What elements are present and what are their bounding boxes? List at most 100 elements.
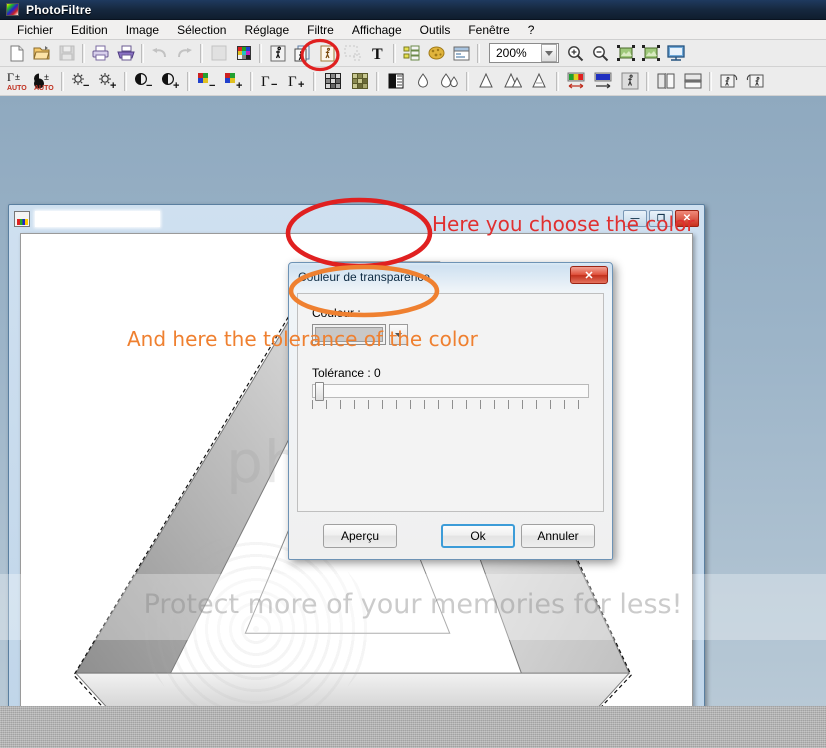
close-icon: ✕ (584, 269, 594, 282)
tolerance-label: Tolérance : 0 (312, 366, 381, 380)
palette-button[interactable] (231, 42, 256, 65)
slider-track[interactable] (312, 382, 589, 401)
fullscreen-button[interactable] (663, 42, 688, 65)
toolbar-separator (477, 43, 480, 63)
gamma-up-button[interactable]: Γ + (283, 69, 310, 94)
saturation-up-button[interactable]: + (220, 69, 247, 94)
auto-level-button[interactable]: Γ ± AUTO (4, 69, 31, 94)
open-button[interactable] (29, 42, 54, 65)
copy-layer-button[interactable] (290, 42, 315, 65)
gamma-down-button[interactable]: Γ − (256, 69, 283, 94)
selection-button[interactable] (340, 42, 365, 65)
negative-button[interactable] (382, 69, 409, 94)
toolbar-separator (200, 43, 203, 63)
slider-thumb[interactable] (315, 382, 324, 401)
menu-bar: Fichier Edition Image Sélection Réglage … (0, 20, 826, 40)
color-mode-button[interactable] (206, 42, 231, 65)
annotation-tolerance-text: And here the tolerance of the color (127, 327, 478, 351)
chevron-down-icon[interactable] (541, 44, 557, 62)
flip-horizontal-button[interactable] (652, 69, 679, 94)
blur-more-button[interactable] (436, 69, 463, 94)
transparency-color-button[interactable] (265, 42, 290, 65)
adjust-toolbar: Γ ± AUTO ± AUTO − + − + − + Γ − Γ + (0, 67, 826, 96)
toolbar-separator (187, 71, 190, 91)
zoom-combo[interactable]: 200% (489, 43, 559, 63)
fit-image-button[interactable] (613, 42, 638, 65)
toolbar-separator (313, 71, 316, 91)
sepia-button[interactable] (346, 69, 373, 94)
layers-button[interactable] (399, 42, 424, 65)
toolbar-separator (393, 43, 396, 63)
rotate-left-button[interactable] (715, 69, 742, 94)
cancel-button[interactable]: Annuler (521, 524, 595, 548)
redo-button[interactable] (172, 42, 197, 65)
dialog-close-button[interactable]: ✕ (570, 266, 608, 284)
blur-button[interactable] (409, 69, 436, 94)
menu-help[interactable]: ? (519, 21, 544, 39)
soften-button[interactable] (526, 69, 553, 94)
toolbar-separator (141, 43, 144, 63)
menu-image[interactable]: Image (117, 21, 168, 39)
svg-text:−: − (271, 79, 277, 91)
svg-text:−: − (209, 80, 215, 91)
toolbar-separator (124, 71, 127, 91)
transparency-color-dialog: Couleur de transparence ✕ Couleur : Tolé… (288, 262, 613, 560)
annotation-color-text: Here you choose the color (432, 212, 695, 236)
image-document-icon (14, 211, 30, 227)
contrast-up-button[interactable]: + (157, 69, 184, 94)
auto-contrast-button[interactable]: ± AUTO (31, 69, 58, 94)
zoom-out-button[interactable] (588, 42, 613, 65)
toolbar-separator (61, 71, 64, 91)
rotate-right-button[interactable] (742, 69, 769, 94)
contrast-down-button[interactable]: − (130, 69, 157, 94)
saturation-down-button[interactable]: − (193, 69, 220, 94)
main-toolbar: T 200% (0, 40, 826, 67)
linear-gradient-button[interactable] (589, 69, 616, 94)
module-button[interactable] (449, 42, 474, 65)
menu-fenetre[interactable]: Fenêtre (459, 21, 518, 39)
zoom-in-button[interactable] (563, 42, 588, 65)
svg-text:Γ: Γ (7, 70, 14, 84)
brightness-up-button[interactable]: + (94, 69, 121, 94)
menu-fichier[interactable]: Fichier (8, 21, 62, 39)
svg-text:Γ: Γ (261, 74, 270, 90)
gradient-button[interactable] (562, 69, 589, 94)
menu-reglage[interactable]: Réglage (235, 21, 298, 39)
grayscale-button[interactable] (319, 69, 346, 94)
toolbar-separator (250, 71, 253, 91)
print-preview-button[interactable] (113, 42, 138, 65)
svg-text:+: + (173, 80, 179, 91)
toolbar-separator (556, 71, 559, 91)
svg-text:T: T (372, 46, 383, 61)
menu-outils[interactable]: Outils (411, 21, 460, 39)
svg-text:+: + (110, 80, 116, 91)
brightness-down-button[interactable]: − (67, 69, 94, 94)
svg-text:AUTO: AUTO (7, 85, 27, 92)
flip-vertical-button[interactable] (679, 69, 706, 94)
svg-text:+: + (298, 79, 304, 91)
sponge-button[interactable] (424, 42, 449, 65)
menu-edition[interactable]: Edition (62, 21, 117, 39)
sharpen-button[interactable] (472, 69, 499, 94)
paste-layer-button[interactable] (315, 42, 340, 65)
new-button[interactable] (4, 42, 29, 65)
menu-selection[interactable]: Sélection (168, 21, 235, 39)
print-button[interactable] (88, 42, 113, 65)
preview-button[interactable]: Aperçu (323, 524, 397, 548)
undo-button[interactable] (147, 42, 172, 65)
svg-text:±: ± (44, 72, 49, 82)
texture-button[interactable] (616, 69, 643, 94)
title-bar: PhotoFiltre (0, 0, 826, 20)
ok-button[interactable]: Ok (441, 524, 515, 548)
sharpen-more-button[interactable] (499, 69, 526, 94)
menu-filtre[interactable]: Filtre (298, 21, 343, 39)
actual-size-button[interactable] (638, 42, 663, 65)
text-tool-button[interactable]: T (365, 42, 390, 65)
toolbar-separator (466, 71, 469, 91)
tolerance-slider[interactable] (312, 382, 589, 409)
photofiltre-window: PhotoFiltre Fichier Edition Image Sélect… (0, 0, 826, 748)
save-button[interactable] (54, 42, 79, 65)
menu-affichage[interactable]: Affichage (343, 21, 411, 39)
svg-text:Γ: Γ (288, 74, 297, 90)
mdi-client-area: — ❐ ✕ Protect more of your memories for … (0, 96, 826, 748)
